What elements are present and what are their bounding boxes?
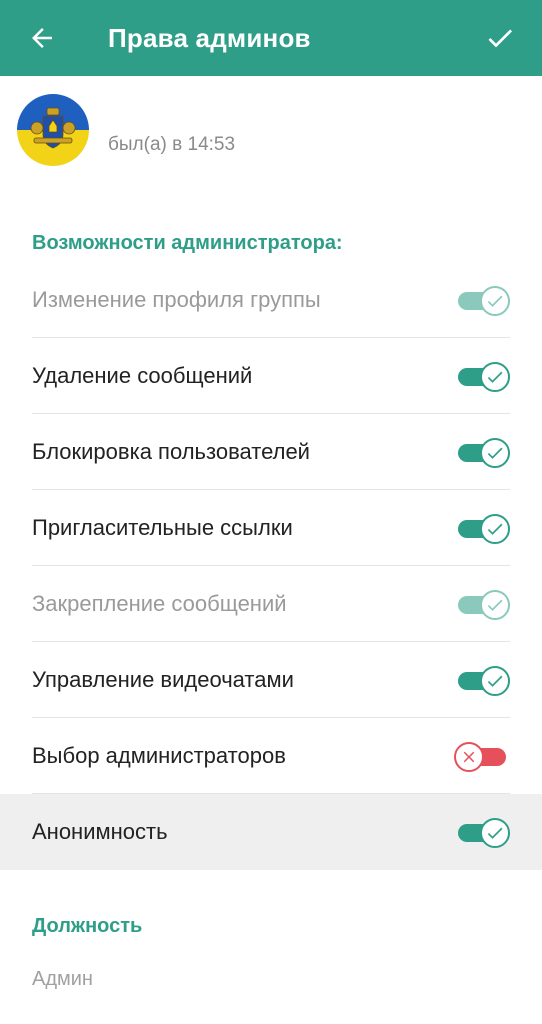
check-icon xyxy=(487,827,503,839)
permission-label: Анонимность xyxy=(32,819,168,844)
role-input[interactable]: Админ xyxy=(32,968,93,991)
toggle-thumb xyxy=(480,286,510,316)
permission-row[interactable]: Блокировка пользователей xyxy=(0,414,542,490)
check-icon xyxy=(488,29,512,48)
done-button[interactable] xyxy=(482,20,518,56)
close-icon xyxy=(463,751,475,763)
permission-label: Удаление сообщений xyxy=(32,363,253,388)
permission-toggle[interactable] xyxy=(458,666,510,696)
permission-row[interactable]: Пригласительные ссылки xyxy=(0,490,542,566)
permission-toggle[interactable] xyxy=(458,286,510,316)
toggle-thumb xyxy=(480,362,510,392)
permission-label: Управление видеочатами xyxy=(32,667,294,692)
permission-toggle[interactable] xyxy=(458,514,510,544)
permission-toggle[interactable] xyxy=(458,818,510,848)
permissions-section-header: Возможности администратора: xyxy=(32,232,343,254)
toggle-thumb xyxy=(480,590,510,620)
user-name xyxy=(108,102,308,126)
permission-row[interactable]: Управление видеочатами xyxy=(0,642,542,718)
page-title: Права админов xyxy=(108,23,311,53)
check-icon xyxy=(487,599,503,611)
toggle-thumb xyxy=(480,514,510,544)
check-icon xyxy=(487,675,503,687)
permission-toggle[interactable] xyxy=(458,362,510,392)
toggle-thumb xyxy=(454,742,484,772)
app-bar: Права админов xyxy=(0,0,542,76)
permission-row[interactable]: Изменение профиля группы xyxy=(0,262,542,338)
check-icon xyxy=(487,447,503,459)
permission-row[interactable]: Выбор администраторов xyxy=(0,718,542,794)
user-info: был(а) в 14:53 xyxy=(0,76,542,186)
permissions-list: Изменение профиля группы Удаление сообще… xyxy=(0,262,542,870)
permission-row[interactable]: Закрепление сообщений xyxy=(0,566,542,642)
permission-label: Закрепление сообщений xyxy=(32,591,287,616)
avatar[interactable] xyxy=(17,94,89,166)
arrow-left-icon xyxy=(32,28,52,48)
role-section-header: Должность xyxy=(32,915,143,937)
permission-label: Выбор администраторов xyxy=(32,743,286,768)
user-last-seen: был(а) в 14:53 xyxy=(108,134,236,155)
back-button[interactable] xyxy=(24,20,60,56)
permission-label: Пригласительные ссылки xyxy=(32,515,293,540)
check-icon xyxy=(487,295,503,307)
permission-toggle[interactable] xyxy=(458,438,510,468)
toggle-thumb xyxy=(480,818,510,848)
toggle-thumb xyxy=(480,438,510,468)
check-icon xyxy=(487,371,503,383)
coat-of-arms-icon xyxy=(17,94,89,166)
permission-toggle[interactable] xyxy=(458,590,510,620)
permission-row[interactable]: Анонимность xyxy=(0,794,542,870)
permission-toggle[interactable] xyxy=(454,742,510,772)
permission-label: Изменение профиля группы xyxy=(32,287,321,312)
permission-row[interactable]: Удаление сообщений xyxy=(0,338,542,414)
permission-label: Блокировка пользователей xyxy=(32,439,310,464)
toggle-thumb xyxy=(480,666,510,696)
check-icon xyxy=(487,523,503,535)
